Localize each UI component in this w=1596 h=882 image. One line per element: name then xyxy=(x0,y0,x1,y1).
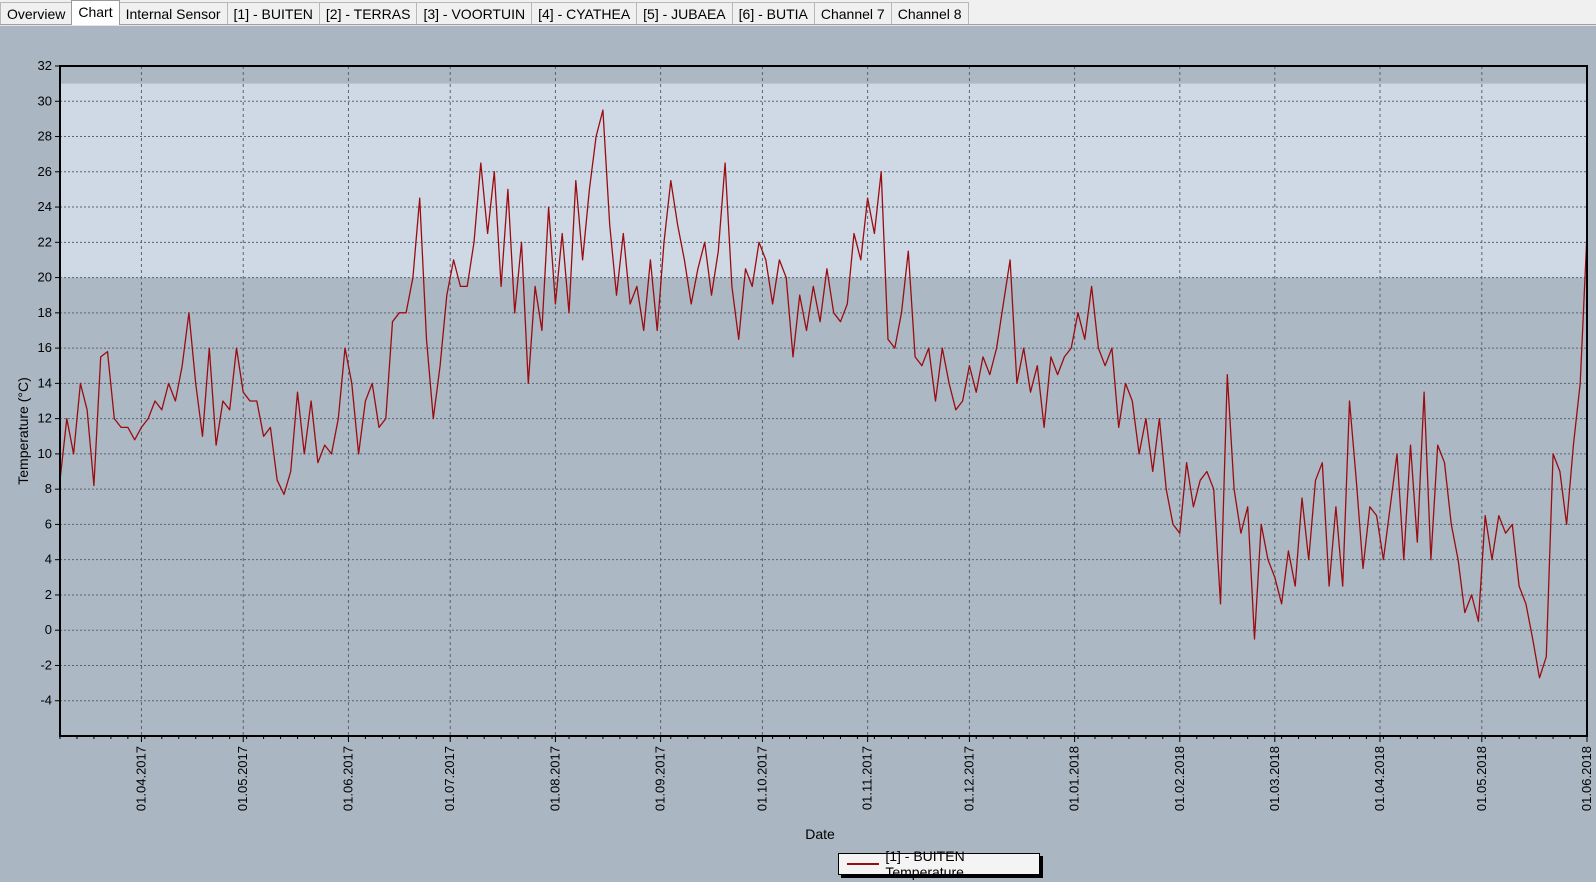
tab-5-jubaea[interactable]: [5] - JUBAEA xyxy=(636,2,733,24)
y-tick-label: -2 xyxy=(40,657,52,672)
y-tick-label: 22 xyxy=(38,234,52,249)
plot-background xyxy=(60,66,1587,736)
y-tick-label: 18 xyxy=(38,305,52,320)
legend-swatch xyxy=(847,863,880,865)
x-tick-label: 01.02.2018 xyxy=(1172,746,1187,811)
y-axis-title: Temperature (°C) xyxy=(15,377,31,485)
tab-1-buiten[interactable]: [1] - BUITEN xyxy=(226,2,320,24)
y-tick-label: 32 xyxy=(38,58,52,73)
x-tick-label: 01.05.2018 xyxy=(1474,746,1489,811)
y-tick-label: 12 xyxy=(38,411,52,426)
y-tick-label: 2 xyxy=(45,587,52,602)
tab-channel-7[interactable]: Channel 7 xyxy=(813,2,892,24)
y-tick-label: 8 xyxy=(45,481,52,496)
legend-label: [1] - BUITEN Temperature xyxy=(885,848,965,880)
tab-6-butia[interactable]: [6] - BUTIA xyxy=(731,2,815,24)
x-tick-label: 01.12.2017 xyxy=(961,746,976,811)
tab-3-voortuin[interactable]: [3] - VOORTUIN xyxy=(416,2,533,24)
x-tick-label: 01.11.2017 xyxy=(860,746,875,810)
tab-chart[interactable]: Chart xyxy=(71,0,120,25)
tab-overview[interactable]: Overview xyxy=(0,2,73,24)
y-tick-label: 24 xyxy=(38,199,52,214)
x-tick-label: 01.04.2018 xyxy=(1372,746,1387,811)
x-tick-label: 01.04.2017 xyxy=(133,746,148,811)
x-tick-label: 01.09.2017 xyxy=(653,746,668,811)
tab-4-cyathea[interactable]: [4] - CYATHEA xyxy=(531,2,638,24)
x-tick-label: 01.06.2017 xyxy=(340,746,355,811)
chart-legend: [1] - BUITEN Temperature xyxy=(838,848,1040,880)
chart-panel: -4 -2 0 2 4 6 8 10 12 14 16 18 20 22 24 26 28 30 32 01.04.… xyxy=(0,25,1596,882)
y-tick-label: 28 xyxy=(38,129,52,144)
y-tick-label: 0 xyxy=(45,622,52,637)
x-axis-title: Date xyxy=(805,826,835,842)
y-tick-label: 14 xyxy=(38,375,52,390)
x-tick-labels: 01.04.2017 01.05.2017 01.06.2017 01.07.2017… xyxy=(133,746,1594,811)
x-tick-label: 01.01.2018 xyxy=(1067,746,1082,811)
y-tick-label: 16 xyxy=(38,340,52,355)
y-tick-label: 4 xyxy=(45,552,52,567)
x-tick-label: 01.05.2017 xyxy=(235,746,250,811)
x-tick-label: 01.03.2018 xyxy=(1267,746,1282,811)
tab-bar: Overview Chart Internal Sensor [1] - BUITEN… xyxy=(0,0,1596,25)
y-tick-label: 6 xyxy=(45,516,52,531)
x-tick-label: 01.10.2017 xyxy=(754,746,769,811)
highlight-band xyxy=(60,83,1587,278)
tab-channel-8[interactable]: Channel 8 xyxy=(890,2,969,24)
temperature-chart: -4-202468101214161820222426283032 01.04.… xyxy=(15,58,1594,842)
y-tick-label: 26 xyxy=(38,164,52,179)
y-tick-label: 30 xyxy=(38,93,52,108)
y-tick-label: -4 xyxy=(40,693,52,708)
tab-2-terras[interactable]: [2] - TERRAS xyxy=(318,2,418,24)
x-tick-label: 01.06.2018 xyxy=(1579,746,1594,811)
tab-internal-sensor[interactable]: Internal Sensor xyxy=(118,2,228,24)
y-tick-labels: -4-202468101214161820222426283032 xyxy=(38,58,52,708)
x-tick-label: 01.08.2017 xyxy=(547,746,562,811)
y-tick-label: 20 xyxy=(38,270,52,285)
x-tick-label: 01.07.2017 xyxy=(442,746,457,811)
y-tick-label: 10 xyxy=(38,446,52,461)
